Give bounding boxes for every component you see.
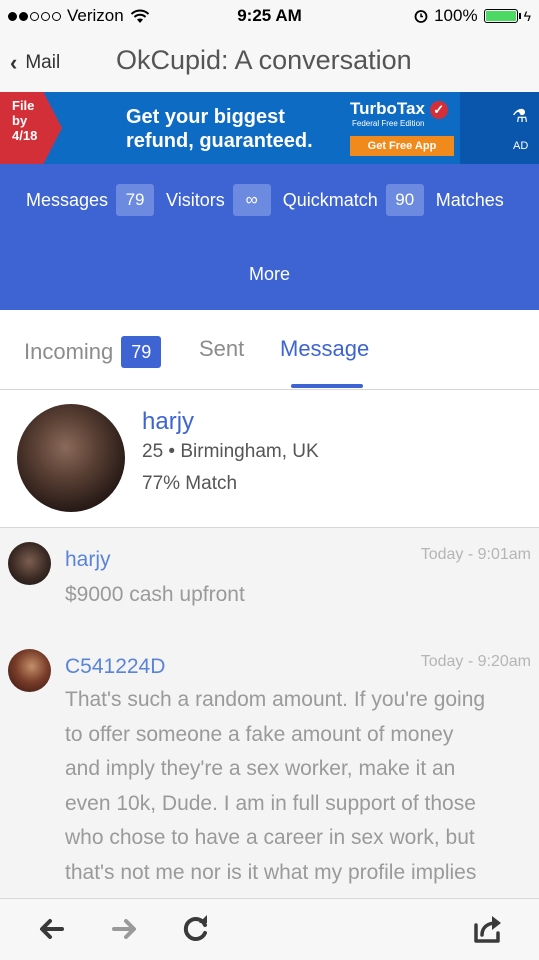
tab-messages[interactable]: Messages 79: [26, 184, 155, 216]
message-body: $9000 cash upfront: [65, 578, 535, 613]
checkmark-icon: ✓: [429, 101, 448, 119]
subtab-incoming[interactable]: Incoming 79: [24, 336, 162, 368]
tab-matches[interactable]: Matches: [436, 190, 504, 211]
message-line: That's such a random amount. If you're g…: [65, 688, 486, 711]
ad-brand-name: TurboTax: [350, 99, 425, 118]
ad-file-text: File by 4/18: [12, 98, 38, 143]
ad-edition: Federal Free Edition: [352, 119, 425, 128]
tab-messages-label: Messages: [26, 189, 109, 210]
message-line: to offer someone a fake amount of money: [65, 722, 454, 746]
messages-count-badge: 79: [116, 184, 155, 216]
battery-status: 100% ϟ: [414, 6, 531, 26]
visitors-count-badge: ∞: [232, 184, 271, 216]
reload-icon[interactable]: [178, 911, 214, 947]
subtab-message-label: Message: [280, 336, 370, 361]
subtab-sent-label: Sent: [199, 336, 245, 361]
chevron-left-icon: ‹: [10, 50, 18, 75]
message-avatar[interactable]: [8, 649, 51, 692]
charging-icon: ϟ: [523, 8, 531, 24]
page-title: OkCupid: A conversation: [116, 45, 412, 75]
ad-choices-panel[interactable]: [460, 92, 539, 164]
message-author[interactable]: C541224D: [65, 655, 165, 679]
ad-banner[interactable]: File by 4/18 Get your biggest refund, gu…: [0, 92, 539, 164]
battery-percent: 100%: [434, 6, 478, 25]
message-thread[interactable]: harjy Today - 9:01am $9000 cash upfront …: [0, 528, 539, 898]
message-timestamp: Today - 9:20am: [420, 653, 531, 670]
quickmatch-count-badge: 90: [385, 184, 424, 216]
navigation-bar: ‹ Mail OkCupid: A conversation: [0, 32, 539, 92]
message-line: even 10k, Dude. I am in full support of …: [65, 791, 476, 815]
message-subtab-bar: Incoming 79 Sent Message: [0, 310, 539, 390]
tab-more[interactable]: More: [0, 264, 539, 285]
ad-choices-icon: ⚗: [512, 106, 529, 126]
ad-headline-line-1: Get your biggest: [126, 106, 285, 128]
subtab-sent[interactable]: Sent: [199, 336, 244, 362]
browser-toolbar: [0, 898, 539, 960]
tab-matches-label: Matches: [435, 189, 504, 210]
message-avatar[interactable]: [8, 542, 51, 585]
ad-label: AD: [513, 140, 529, 152]
profile-match-percent: 77% Match: [142, 473, 238, 494]
message-timestamp: Today - 9:01am: [420, 546, 531, 563]
primary-tab-bar: Messages 79 Visitors ∞ Quickmatch 90 Mat…: [0, 164, 539, 310]
tab-quickmatch-label: Quickmatch: [282, 189, 378, 210]
ad-get-free-app-button[interactable]: Get Free App: [350, 136, 454, 156]
ad-headline: Get your biggest refund, guaranteed.: [126, 105, 313, 153]
incoming-count-badge: 79: [121, 336, 162, 368]
profile-age-location: 25 • Birmingham, UK: [142, 441, 319, 462]
message-author[interactable]: harjy: [65, 548, 111, 572]
message-line: who chose to have a career in sex work, …: [65, 826, 475, 849]
subtab-incoming-label: Incoming: [24, 339, 114, 364]
message-line: and imply they're a sex worker, make it …: [65, 757, 456, 780]
alarm-icon: [414, 10, 428, 23]
battery-icon: [483, 9, 521, 23]
back-label: Mail: [25, 52, 61, 73]
ad-file-by-badge: File by 4/18: [0, 92, 62, 164]
back-to-mail-button[interactable]: ‹ Mail: [10, 50, 60, 76]
ad-headline-line-2: refund, guaranteed.: [126, 130, 313, 152]
conversation-profile-header[interactable]: harjy 25 • Birmingham, UK 77% Match: [0, 390, 539, 528]
subtab-message[interactable]: Message: [280, 336, 369, 362]
share-icon[interactable]: [470, 911, 506, 947]
message-line: that's not me nor is it what my profile …: [65, 860, 477, 884]
back-arrow-icon[interactable]: [34, 911, 70, 947]
active-subtab-indicator: [291, 384, 363, 388]
message-line: $9000 cash upfront: [65, 583, 245, 606]
forward-arrow-icon[interactable]: [106, 911, 142, 947]
status-bar: Verizon 9:25 AM 100% ϟ: [0, 0, 539, 32]
message-body: That's such a random amount. If you're g…: [65, 683, 535, 890]
tab-visitors-label: Visitors: [166, 189, 225, 210]
tab-visitors[interactable]: Visitors ∞: [166, 184, 271, 216]
profile-avatar[interactable]: [17, 404, 125, 512]
ad-brand: TurboTax ✓: [350, 99, 448, 119]
primary-tab-row: Messages 79 Visitors ∞ Quickmatch 90 Mat…: [26, 184, 516, 216]
profile-name[interactable]: harjy: [142, 408, 194, 436]
tab-quickmatch[interactable]: Quickmatch 90: [283, 184, 424, 216]
